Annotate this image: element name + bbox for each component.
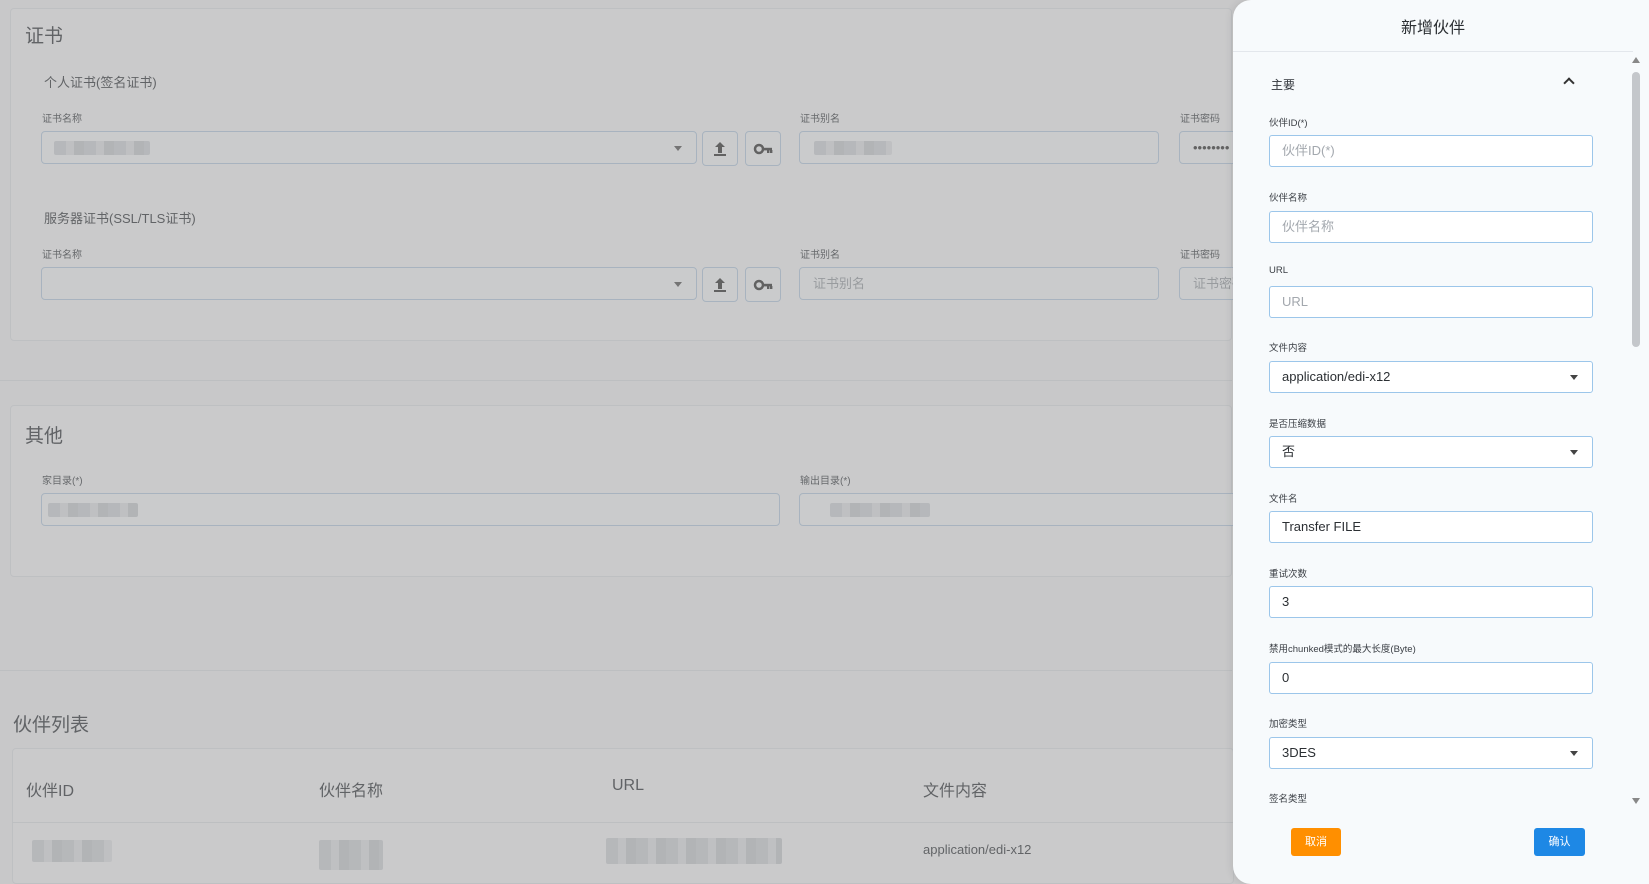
signature-label: 签名类型 bbox=[1269, 794, 1308, 805]
chunked-max-label: 禁用chunked模式的最大长度(Byte) bbox=[1269, 644, 1416, 655]
file-content-select[interactable]: application/edi-x12 bbox=[1269, 361, 1593, 393]
drawer-title: 新增伙伴 bbox=[1400, 20, 1465, 37]
add-partner-drawer: 新增伙伴 主要 伙伴ID(*) 伙伴ID(*) 伙伴名称 伙伴名称 URL UR… bbox=[1233, 0, 1649, 884]
partner-id-label: 伙伴ID(*) bbox=[1269, 118, 1308, 129]
drawer-scrollbar[interactable] bbox=[1630, 52, 1642, 804]
file-content-label: 文件内容 bbox=[1269, 343, 1308, 354]
cancel-button[interactable]: 取消 bbox=[1291, 828, 1341, 856]
compress-select[interactable]: 否 bbox=[1269, 436, 1593, 468]
file-name-label: 文件名 bbox=[1269, 494, 1298, 505]
partner-id-input[interactable]: 伙伴ID(*) bbox=[1269, 135, 1593, 167]
retry-input[interactable]: 3 bbox=[1269, 586, 1593, 618]
file-name-input[interactable]: Transfer FILE bbox=[1269, 511, 1593, 543]
scroll-up-arrow-icon[interactable] bbox=[1632, 57, 1640, 63]
encryption-select[interactable]: 3DES bbox=[1269, 737, 1593, 769]
url-input[interactable]: URL bbox=[1269, 286, 1593, 318]
compress-value: 否 bbox=[1282, 444, 1296, 459]
chevron-down-icon bbox=[1570, 450, 1578, 455]
confirm-button[interactable]: 确认 bbox=[1534, 828, 1585, 856]
file-content-value: application/edi-x12 bbox=[1282, 369, 1391, 384]
chunked-max-input[interactable]: 0 bbox=[1269, 662, 1593, 694]
url-label: URL bbox=[1269, 265, 1289, 276]
drawer-header-divider bbox=[1233, 51, 1633, 52]
encryption-label: 加密类型 bbox=[1269, 719, 1308, 730]
chevron-down-icon bbox=[1570, 375, 1578, 380]
section-main-header[interactable]: 主要 bbox=[1271, 76, 1295, 93]
compress-label: 是否压缩数据 bbox=[1269, 419, 1327, 430]
chevron-down-icon bbox=[1570, 751, 1578, 756]
partner-name-label: 伙伴名称 bbox=[1269, 193, 1308, 204]
chevron-up-icon[interactable] bbox=[1563, 77, 1575, 89]
scrollbar-thumb[interactable] bbox=[1632, 72, 1640, 347]
retry-label: 重试次数 bbox=[1269, 569, 1308, 580]
encryption-value: 3DES bbox=[1282, 745, 1316, 760]
scroll-down-arrow-icon[interactable] bbox=[1632, 798, 1640, 804]
partner-name-input[interactable]: 伙伴名称 bbox=[1269, 211, 1593, 243]
